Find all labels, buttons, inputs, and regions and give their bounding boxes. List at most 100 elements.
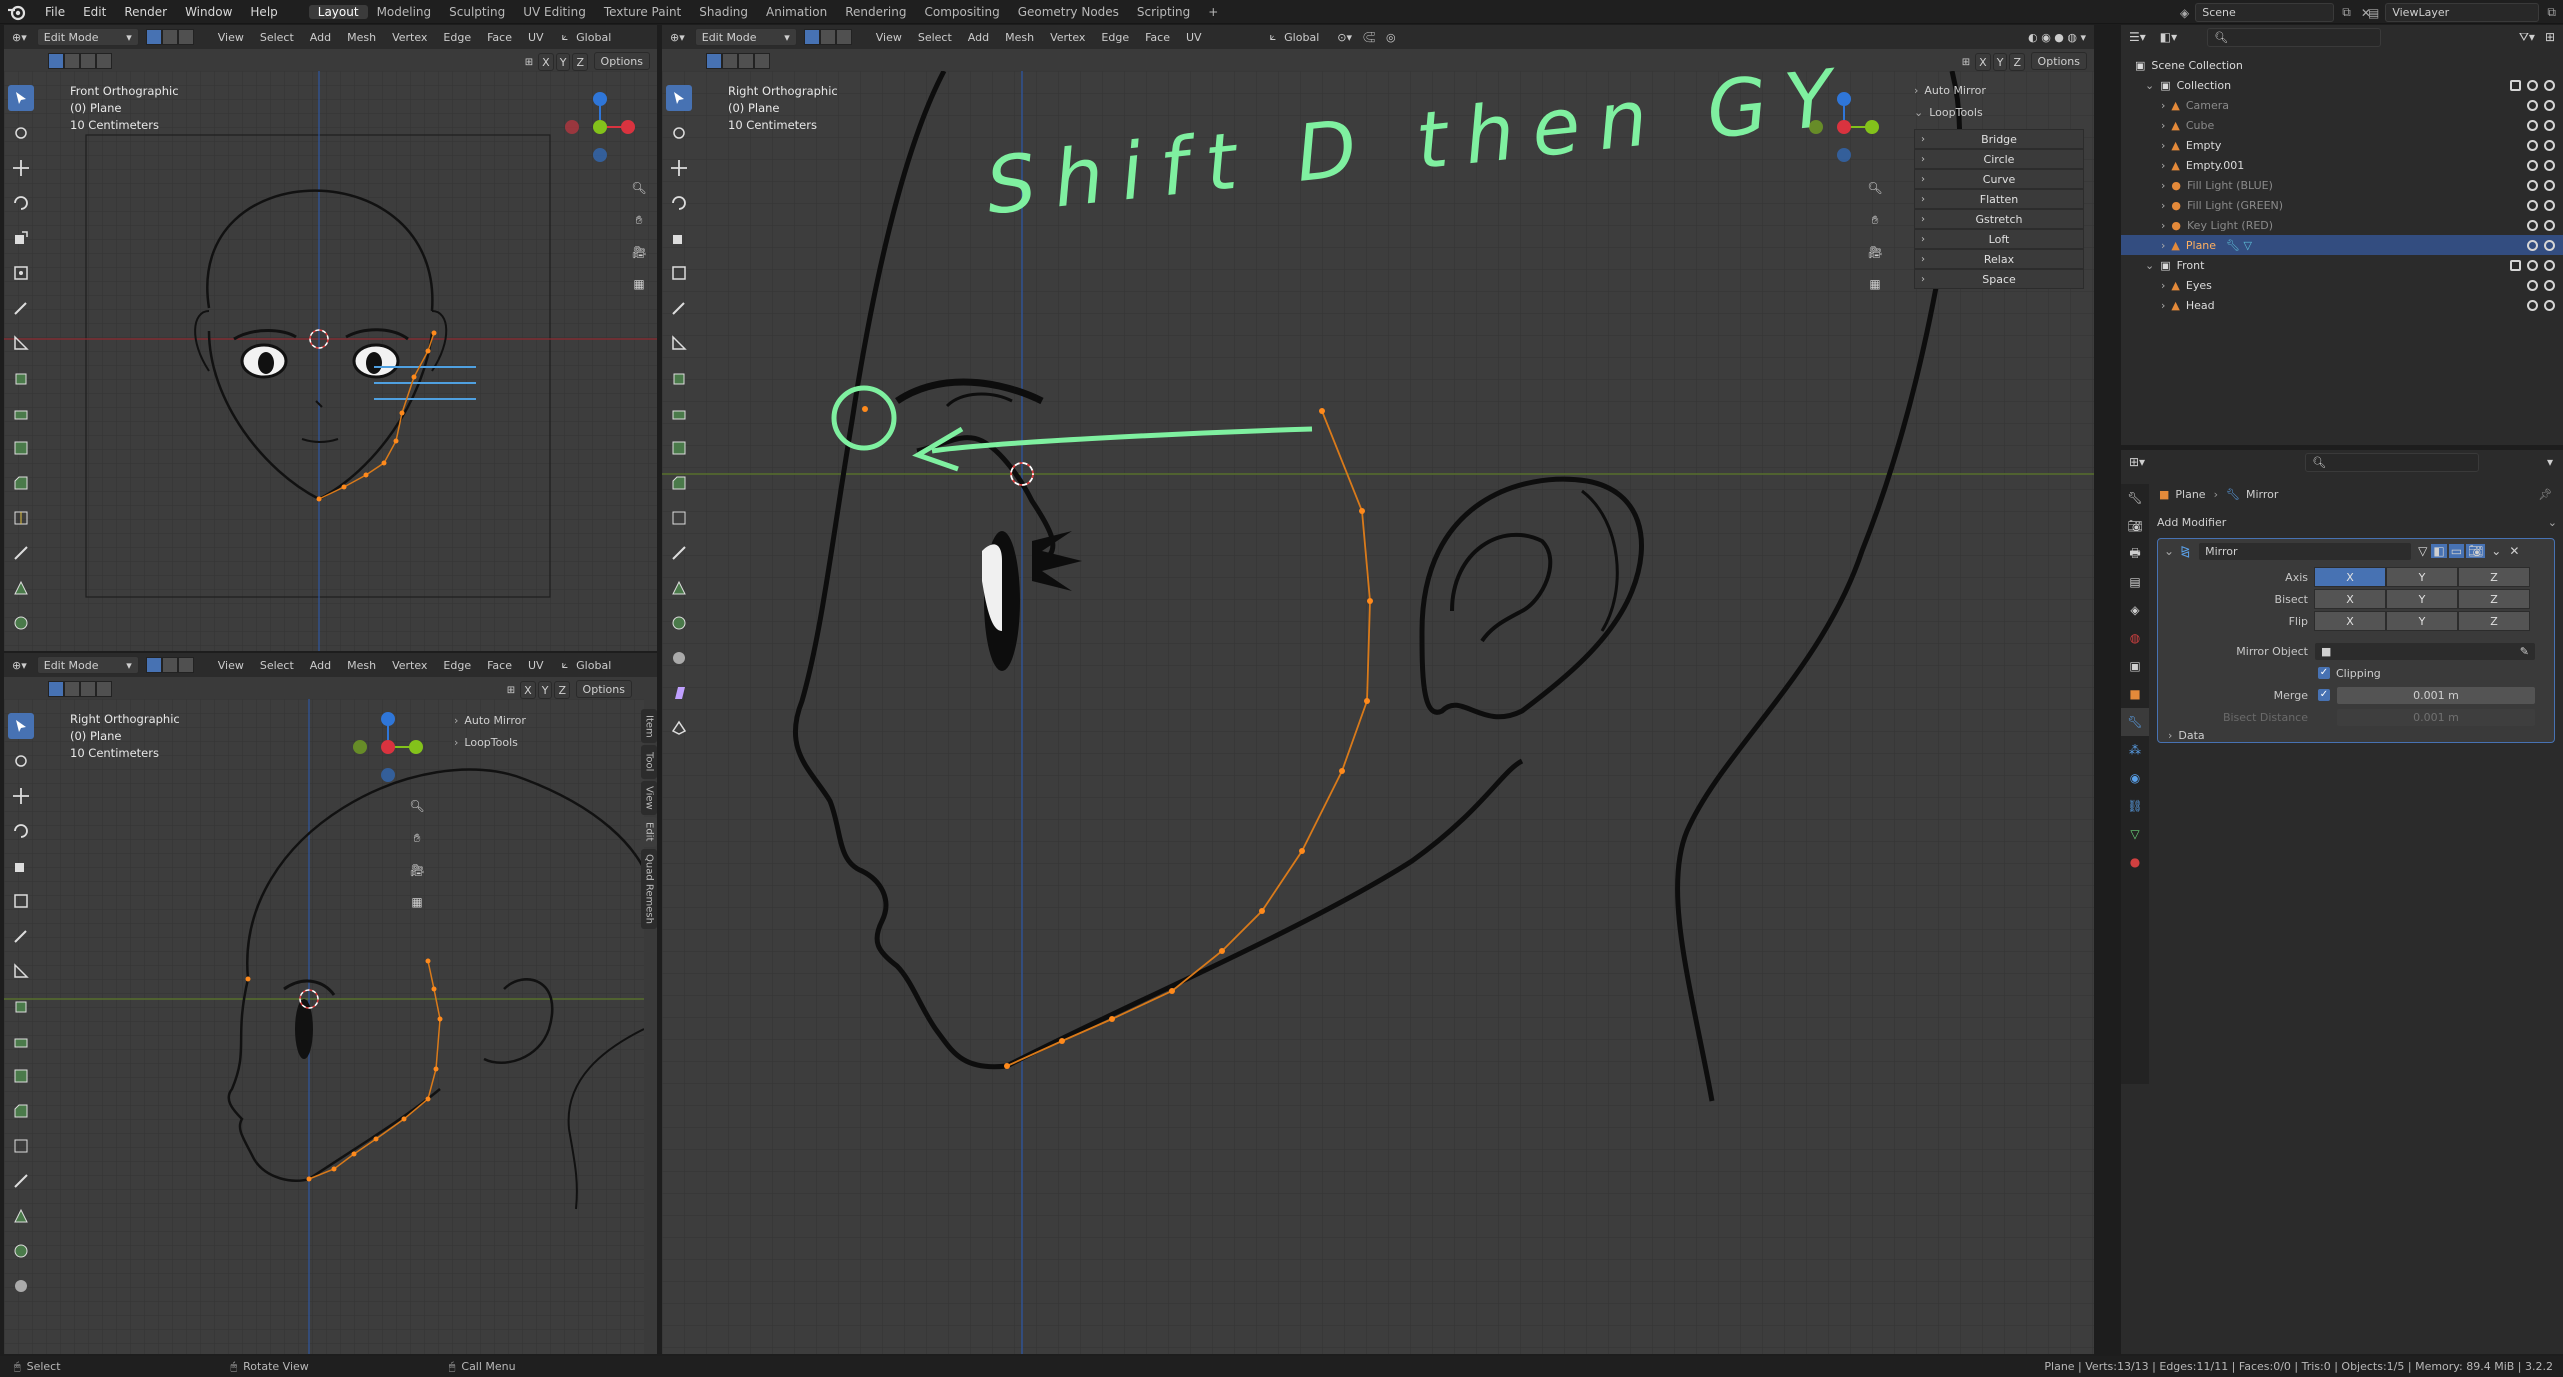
add-modifier-dropdown[interactable]: Add Modifier ⌄ <box>2157 512 2557 532</box>
select-box-tool-icon[interactable] <box>8 713 34 739</box>
menu-add[interactable]: Add <box>960 31 997 44</box>
menu-add[interactable]: Add <box>302 659 339 672</box>
add-workspace-button[interactable]: + <box>1199 5 1227 19</box>
outliner-row-empty[interactable]: › ▲ Empty <box>2121 135 2563 155</box>
viewport-front[interactable]: ⊕▾ Edit Mode ▾ View Select Add Mesh Verte… <box>4 25 657 651</box>
tab-tool[interactable]: Tool <box>641 745 657 779</box>
menu-mesh[interactable]: Mesh <box>339 31 384 44</box>
tab-rendering[interactable]: Rendering <box>836 5 915 19</box>
outliner-row-fill-light-green[interactable]: › ● Fill Light (GREEN) <box>2121 195 2563 215</box>
menu-vertex[interactable]: Vertex <box>1042 31 1093 44</box>
add-cube-tool-icon[interactable] <box>8 993 34 1019</box>
properties-search[interactable]: 🔍︎ <box>2305 452 2480 472</box>
poly-build-tool-icon[interactable] <box>8 1203 34 1229</box>
scale-tool-icon[interactable] <box>8 853 34 879</box>
auto-mirror-panel[interactable]: › Auto Mirror <box>454 709 624 731</box>
spin-tool-icon[interactable] <box>666 610 692 636</box>
properties-type-icon[interactable]: ⊞▾ <box>2129 455 2145 469</box>
camera-view-icon[interactable]: 🎥︎ <box>404 857 430 883</box>
visibility-icons[interactable] <box>2527 179 2555 191</box>
select-box-tool-icon[interactable] <box>8 85 34 111</box>
particles-tab-icon[interactable]: ⁂ <box>2121 736 2149 764</box>
menu-select[interactable]: Select <box>252 31 302 44</box>
menu-select[interactable]: Select <box>252 659 302 672</box>
orientation-dropdown[interactable]: Global <box>568 659 619 672</box>
tab-texture-paint[interactable]: Texture Paint <box>595 5 690 19</box>
axis-x-toggle[interactable]: X <box>2314 567 2386 587</box>
outliner-search[interactable]: 🔍︎ <box>2207 27 2382 47</box>
outliner-row-camera[interactable]: › ▲ Camera <box>2121 95 2563 115</box>
tab-view[interactable]: View <box>641 781 657 815</box>
viewport-toggle-icon[interactable]: ▭ <box>2448 544 2465 558</box>
tab-edit[interactable]: Edit <box>641 817 657 847</box>
loop-cut-tool-icon[interactable] <box>8 505 34 531</box>
flatten-button[interactable]: › Flatten <box>1914 189 2084 209</box>
menu-add[interactable]: Add <box>302 31 339 44</box>
menu-uv[interactable]: UV <box>520 31 552 44</box>
merge-distance-field[interactable]: 0.001 m <box>2336 685 2536 705</box>
bisect-distance-field[interactable]: 0.001 m <box>2336 707 2536 727</box>
snap-icon[interactable]: 🧲︎ <box>1362 31 1376 44</box>
view-layer-tab-icon[interactable]: ▤ <box>2121 568 2149 596</box>
tab-item[interactable]: Item <box>641 709 657 743</box>
select-mode-buttons[interactable] <box>145 657 194 673</box>
tab-modeling[interactable]: Modeling <box>368 5 441 19</box>
bevel-tool-icon[interactable] <box>8 470 34 496</box>
options-button[interactable]: Options <box>2030 52 2087 70</box>
menu-select[interactable]: Select <box>910 31 960 44</box>
grid-toggle-icon[interactable]: ▦ <box>626 271 652 297</box>
move-tool-icon[interactable] <box>8 155 34 181</box>
shear-tool-icon[interactable] <box>666 680 692 706</box>
clipping-checkbox[interactable]: ✓ <box>2318 667 2330 679</box>
bridge-button[interactable]: › Bridge <box>1914 129 2084 149</box>
zoom-icon[interactable]: 🔍︎ <box>404 793 430 819</box>
flip-x-toggle[interactable]: X <box>2314 611 2386 631</box>
space-button[interactable]: › Space <box>1914 269 2084 289</box>
menu-mesh[interactable]: Mesh <box>339 659 384 672</box>
menu-face[interactable]: Face <box>479 659 520 672</box>
auto-mirror-panel[interactable]: › Auto Mirror <box>1914 79 2084 101</box>
pivot-icon[interactable]: ⊙▾ <box>1337 31 1352 44</box>
tab-animation[interactable]: Animation <box>757 5 836 19</box>
bevel-tool-icon[interactable] <box>8 1098 34 1124</box>
viewport-right-small[interactable]: ⊕▾ Edit Mode ▾ View Select Add Mesh Verte… <box>4 653 657 1354</box>
visibility-icons[interactable] <box>2527 139 2555 151</box>
menu-edge[interactable]: Edge <box>435 659 479 672</box>
data-subpanel[interactable]: › Data <box>2158 725 2554 745</box>
annotate-tool-icon[interactable] <box>8 295 34 321</box>
navigation-gizmo[interactable] <box>348 707 428 787</box>
extrude-tool-icon[interactable] <box>8 400 34 426</box>
scene-tab-icon[interactable]: ◈ <box>2121 596 2149 624</box>
bisect-y-toggle[interactable]: Y <box>2386 589 2458 609</box>
modifier-menu-icon[interactable]: ⌄ <box>2491 544 2501 558</box>
modifier-tab-icon[interactable]: 🔧︎ <box>2121 708 2149 736</box>
viewport-right-small-canvas[interactable] <box>4 699 644 1354</box>
relax-button[interactable]: › Relax <box>1914 249 2084 269</box>
visibility-icons[interactable] <box>2527 279 2555 291</box>
loop-cut-tool-icon[interactable] <box>8 1133 34 1159</box>
orientation-dropdown[interactable]: Global <box>568 31 619 44</box>
transform-tool-icon[interactable] <box>8 888 34 914</box>
mirror-object-field[interactable]: ■ ✎ <box>2314 641 2536 661</box>
inset-tool-icon[interactable] <box>8 435 34 461</box>
measure-tool-icon[interactable] <box>8 330 34 356</box>
tab-uv-editing[interactable]: UV Editing <box>514 5 595 19</box>
knife-tool-icon[interactable] <box>8 1168 34 1194</box>
editor-type-icon[interactable]: ⊕▾ <box>12 31 27 44</box>
menu-help[interactable]: Help <box>241 5 286 19</box>
bisect-x-toggle[interactable]: X <box>2314 589 2386 609</box>
eyedropper-icon[interactable]: ✎ <box>2520 645 2529 658</box>
proportional-edit-icon[interactable]: ◎ <box>1386 31 1396 44</box>
render-toggle-icon[interactable]: 📷︎ <box>2466 544 2486 558</box>
spin-tool-icon[interactable] <box>8 1238 34 1264</box>
pan-hand-icon[interactable]: ✋︎ <box>404 825 430 851</box>
menu-edge[interactable]: Edge <box>435 31 479 44</box>
visibility-icons[interactable] <box>2527 99 2555 111</box>
outliner-row-head[interactable]: › ▲ Head <box>2121 295 2563 315</box>
spin-tool-icon[interactable] <box>8 610 34 636</box>
pan-hand-icon[interactable]: ✋︎ <box>626 207 652 233</box>
tab-sculpting[interactable]: Sculpting <box>440 5 514 19</box>
scene-field[interactable]: Scene <box>2195 3 2335 22</box>
scale-tool-icon[interactable] <box>8 225 34 251</box>
circle-button[interactable]: › Circle <box>1914 149 2084 169</box>
